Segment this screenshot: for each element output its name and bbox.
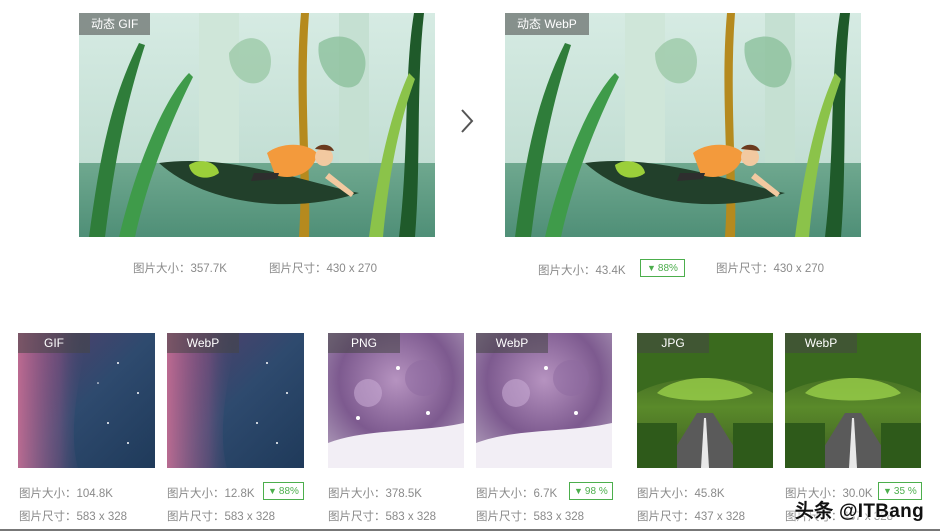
size-info: 图片大小：12.8K — [167, 485, 255, 501]
webp-size-info: 图片大小：43.4K — [538, 262, 626, 278]
webp-sample-preview: WebP — [167, 333, 304, 468]
tree-road-image — [785, 333, 921, 468]
watermark: 头条 @ITBang — [794, 501, 924, 522]
dimension-label: 图片尺寸： — [269, 263, 327, 275]
dimension-label: 图片尺寸： — [716, 263, 774, 275]
dimension-value: 430 x 270 — [773, 263, 825, 275]
chevron-right-icon — [460, 108, 474, 141]
gif-size-info: 图片大小：357.7K — [133, 260, 227, 276]
bokeh-image — [476, 333, 612, 468]
reduction-value: 98 % — [584, 486, 608, 497]
size-label: 图片大小： — [538, 265, 596, 277]
jpg-sample-preview: JPG — [637, 333, 773, 468]
dimension-info: 图片尺寸：583 x 328 — [19, 508, 127, 524]
webp-dimension-info: 图片尺寸：430 x 270 — [716, 260, 824, 276]
format-tag: WebP — [167, 333, 239, 353]
dimension-value: 437 x 328 — [694, 511, 746, 523]
format-tag: JPG — [637, 333, 709, 353]
gif-dimension-info: 图片尺寸：430 x 270 — [269, 260, 377, 276]
size-value: 12.8K — [224, 488, 255, 500]
dimension-value: 583 x 328 — [224, 511, 276, 523]
dimension-label: 图片尺寸： — [19, 511, 77, 523]
jungle-illustration — [505, 13, 861, 237]
format-tag: WebP — [476, 333, 548, 353]
dimension-label: 图片尺寸： — [328, 511, 386, 523]
dimension-info: 图片尺寸：583 x 328 — [167, 508, 275, 524]
size-label: 图片大小： — [637, 488, 695, 500]
format-tag: 动态 GIF — [79, 13, 151, 35]
size-label: 图片大小： — [476, 488, 534, 500]
size-info: 图片大小：6.7K — [476, 485, 557, 501]
png-sample-preview: PNG — [328, 333, 464, 468]
format-tag: GIF — [18, 333, 90, 353]
size-value: 6.7K — [533, 488, 558, 500]
dimension-value: 583 x 328 — [385, 511, 437, 523]
size-value: 104.8K — [76, 488, 113, 500]
reduction-badge: ▼ 88% — [263, 482, 304, 500]
animated-webp-preview: 动态 WebP — [505, 13, 861, 237]
dimension-value: 583 x 328 — [76, 511, 128, 523]
dimension-value: 430 x 270 — [326, 263, 378, 275]
reduction-badge: ▼ 88% — [640, 259, 685, 277]
size-value: 45.8K — [694, 488, 725, 500]
size-info: 图片大小：378.5K — [328, 485, 422, 501]
size-value: 357.7K — [190, 263, 227, 275]
reduction-value: 88% — [278, 486, 299, 497]
format-tag: PNG — [328, 333, 400, 353]
dimension-info: 图片尺寸：437 x 328 — [637, 508, 745, 524]
night-sky-image — [167, 333, 304, 468]
dimension-info: 图片尺寸：583 x 328 — [476, 508, 584, 524]
reduction-value: 88% — [657, 263, 678, 274]
size-label: 图片大小： — [328, 488, 386, 500]
tree-road-image — [637, 333, 773, 468]
size-value: 378.5K — [385, 488, 422, 500]
size-label: 图片大小： — [19, 488, 77, 500]
arrow-down-icon: ▼ — [268, 486, 277, 496]
webp-sample-preview: WebP — [785, 333, 921, 468]
size-info: 图片大小：45.8K — [637, 485, 725, 501]
dimension-label: 图片尺寸： — [476, 511, 534, 523]
animated-gif-preview: 动态 GIF — [79, 13, 435, 237]
bokeh-image — [328, 333, 464, 468]
jungle-illustration — [79, 13, 435, 237]
size-label: 图片大小： — [133, 263, 191, 275]
gif-sample-preview: GIF — [18, 333, 155, 468]
dimension-info: 图片尺寸：583 x 328 — [328, 508, 436, 524]
dimension-label: 图片尺寸： — [637, 511, 695, 523]
size-label: 图片大小： — [167, 488, 225, 500]
format-tag: WebP — [785, 333, 857, 353]
dimension-value: 583 x 328 — [533, 511, 585, 523]
dimension-label: 图片尺寸： — [167, 511, 225, 523]
arrow-down-icon: ▼ — [647, 263, 656, 273]
night-sky-image — [18, 333, 155, 468]
arrow-down-icon: ▼ — [574, 486, 583, 496]
format-tag: 动态 WebP — [505, 13, 589, 35]
size-info: 图片大小：104.8K — [19, 485, 113, 501]
webp-sample-preview: WebP — [476, 333, 612, 468]
reduction-badge: ▼ 98 % — [569, 482, 613, 500]
size-value: 43.4K — [595, 265, 626, 277]
